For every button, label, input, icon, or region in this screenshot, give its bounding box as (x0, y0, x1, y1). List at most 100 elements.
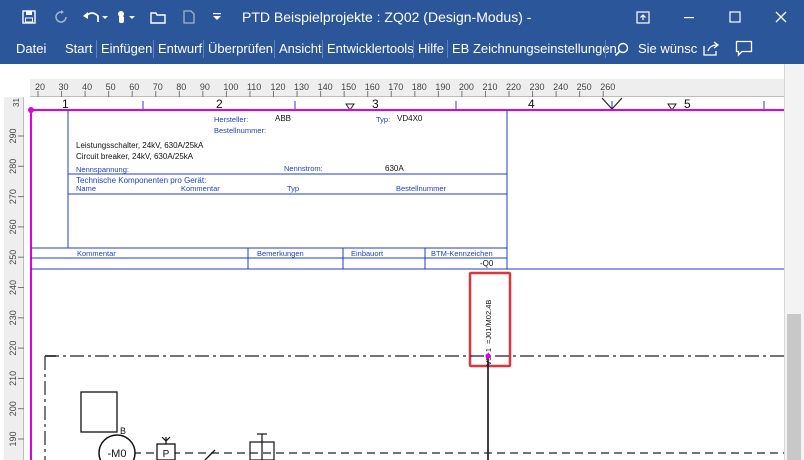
save-icon[interactable] (18, 0, 40, 34)
typ-value: VD4X0 (397, 114, 423, 123)
menu-ueberpruefen[interactable]: Überprüfen (208, 41, 273, 56)
column-number: 1 (62, 97, 69, 111)
comp-header-bestellnummer: Bestellnummer (396, 184, 447, 193)
ruler-tick-label: 280 (8, 159, 18, 174)
ruler-tick-label: 230 (530, 82, 545, 92)
ruler-tick-label: 130 (294, 82, 309, 92)
motor-symbol[interactable]: B -M0 (80, 391, 136, 460)
nennstrom-label: Nennstrom: (284, 164, 323, 173)
scrollbar-thumb[interactable] (787, 314, 801, 460)
footer-header-kommentar: Kommentar (77, 249, 116, 258)
nennstrom-value: 630A (385, 164, 404, 173)
btm-value: -Q0 (480, 259, 494, 268)
menu-datei[interactable]: Datei (16, 41, 46, 56)
footer-header-bemerkungen: Bemerkungen (257, 249, 304, 258)
ruler-tick-label: 260 (600, 82, 615, 92)
ruler-tick-label: 160 (365, 82, 380, 92)
touch-mode-icon[interactable] (114, 0, 140, 34)
switch-symbol[interactable] (204, 433, 275, 460)
description-en: Circuit breaker, 24kV, 630A/25kA (76, 152, 194, 161)
ruler-tick-label: 270 (8, 189, 18, 204)
ruler-tick-label: 250 (577, 82, 592, 92)
search-icon[interactable] (614, 42, 630, 61)
b-label: B (120, 426, 126, 436)
footer-header-btm: BTM-Kennzeichen (431, 249, 493, 258)
menu-hilfe[interactable]: Hilfe (418, 41, 444, 56)
ruler-tick-label: 230 (8, 310, 18, 325)
comment-icon[interactable] (735, 40, 753, 60)
pressure-symbol[interactable]: P (156, 436, 176, 460)
connection-label-highlight[interactable]: =J01/M02.4B V3~1 (468, 271, 512, 368)
description-de: Leistungsschalter, 24kV, 630A/25kA (76, 141, 204, 150)
maximize-icon[interactable] (712, 0, 758, 34)
ruler-tick-label: 70 (153, 82, 163, 92)
menu-separator (203, 40, 204, 58)
ruler-tick-label: 120 (271, 82, 286, 92)
menu-entwicklertools[interactable]: Entwicklertools (327, 41, 414, 56)
ruler-tick-label: 100 (223, 82, 238, 92)
open-folder-icon[interactable] (146, 0, 170, 34)
ruler-tick-label: 80 (176, 82, 186, 92)
schematic-canvas[interactable]: 20 30 40 50 60 70 80 90 100 110 120 130 140 150 160 170… (0, 64, 784, 460)
p-label: P (163, 449, 170, 460)
ruler-tick-label: 190 (8, 431, 18, 446)
close-icon[interactable] (758, 0, 804, 34)
menu-entwurf[interactable]: Entwurf (158, 41, 202, 56)
menu-separator (605, 40, 606, 58)
motor-label: -M0 (108, 448, 127, 460)
menu-ansicht[interactable]: Ansicht (279, 41, 322, 56)
hersteller-value: ABB (275, 114, 291, 123)
ruler-tick-label: 260 (8, 219, 18, 234)
column-number: 5 (684, 97, 691, 111)
menu-einfuegen[interactable]: Einfügen (101, 41, 152, 56)
menu-separator (153, 40, 154, 58)
device-info-table: Hersteller: ABB Typ: VD4X0 Bestellnummer… (31, 110, 784, 270)
ribbon-display-icon[interactable] (620, 0, 666, 34)
undo-icon[interactable] (80, 0, 110, 34)
ruler-tick-label: 190 (435, 82, 450, 92)
ruler-tick-label: 200 (8, 401, 18, 416)
new-file-icon[interactable] (178, 0, 200, 34)
menu-separator (96, 40, 97, 58)
ruler-tick-label: 140 (318, 82, 333, 92)
ruler-tick-label: 40 (82, 82, 92, 92)
hersteller-label: Hersteller: (214, 115, 248, 124)
application-window: PTD Beispielprojekte : ZQ02 (Design-Modu… (0, 0, 804, 460)
comp-header-name: Name (76, 184, 96, 193)
ruler-tick-label: 210 (482, 82, 497, 92)
tell-me-search[interactable]: Sie wünsc (638, 41, 697, 56)
boundary-handle[interactable] (28, 107, 34, 113)
menu-separator (413, 40, 414, 58)
ruler-tick-label: 30 (59, 82, 69, 92)
menu-separator (447, 40, 448, 58)
column-number: 4 (528, 97, 535, 111)
share-icon[interactable] (702, 40, 720, 60)
horizontal-ruler-ticks: 20 30 40 50 60 70 80 90 100 110 120 130 140 150 160 170… (35, 82, 615, 97)
redo-icon[interactable] (50, 0, 72, 34)
ruler-tick-label: 240 (8, 280, 18, 295)
comp-header-typ: Typ (287, 184, 299, 193)
nennspannung-label: Nennspannung: (76, 165, 129, 174)
connection-point[interactable] (485, 353, 491, 359)
footer-header-einbauort: Einbauort (351, 249, 384, 258)
menu-separator (274, 40, 275, 58)
ruler-tick-label: 290 (8, 128, 18, 143)
ruler-tick-label: 31 (12, 98, 21, 107)
comp-header-kommentar: Kommentar (181, 184, 220, 193)
typ-label: Typ: (376, 115, 390, 124)
menu-start[interactable]: Start (65, 41, 92, 56)
vertical-ruler-ticks: 31 290 280 270 260 250 240 230 220 210 200 190 (8, 98, 24, 447)
bestellnummer-label: Bestellnummer: (214, 126, 266, 135)
ruler-tick-label: 150 (341, 82, 356, 92)
customize-icon[interactable] (208, 0, 226, 34)
title-bar: PTD Beispielprojekte : ZQ02 (Design-Modu… (0, 0, 804, 34)
ruler-tick-label: 250 (8, 250, 18, 265)
ruler-tick-label: 220 (8, 341, 18, 356)
menu-separator (322, 40, 323, 58)
minimize-icon[interactable] (666, 0, 712, 34)
ruler-tick-label: 200 (459, 82, 474, 92)
ruler-tick-label: 110 (247, 82, 261, 92)
menu-eb-zeichnungseinstellungen[interactable]: EB Zeichnungseinstellungen (452, 41, 617, 56)
drawing-workspace[interactable]: 20 30 40 50 60 70 80 90 100 110 120 130 140 150 160 170… (0, 64, 804, 460)
window-title: PTD Beispielprojekte : ZQ02 (Design-Modu… (242, 9, 532, 25)
